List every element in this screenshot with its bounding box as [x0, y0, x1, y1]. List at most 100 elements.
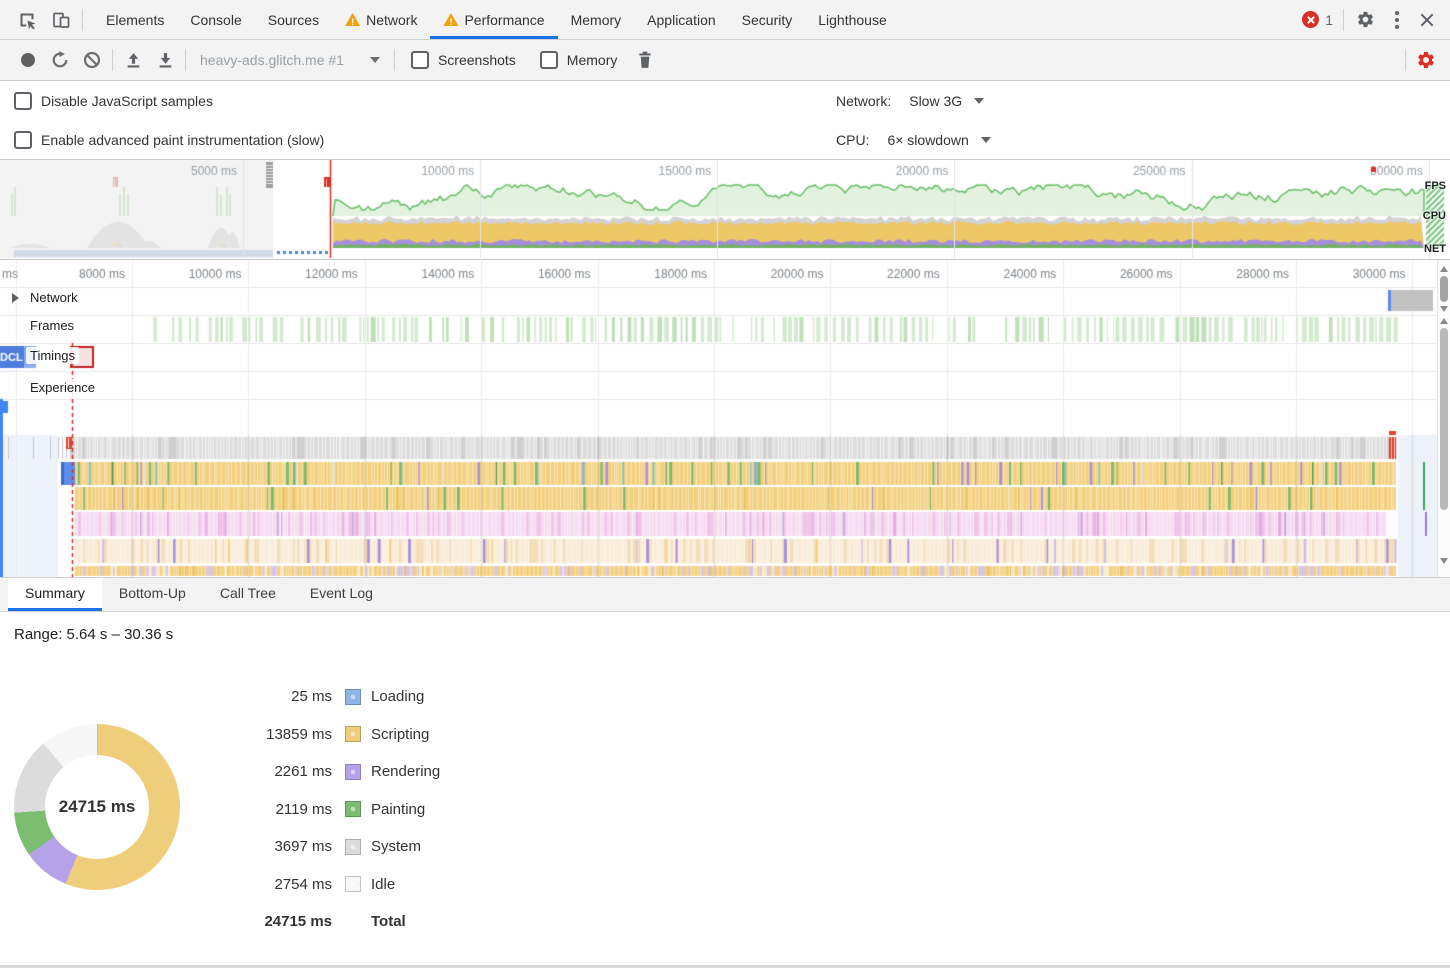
tab-bar-right: 1 [1302, 5, 1450, 35]
screenshots-label: Screenshots [438, 52, 516, 68]
tab-application[interactable]: Application [634, 0, 729, 39]
legend-swatch-icon [345, 876, 361, 892]
performance-toolbar: heavy-ads.glitch.me #1 Screenshots Memor… [0, 40, 1450, 81]
summary-legend: 25 msLoading13859 msScripting2261 msRend… [237, 678, 440, 941]
chevron-down-icon [974, 98, 984, 104]
memory-label: Memory [567, 52, 618, 68]
legend-swatch-icon [345, 726, 361, 742]
cpu-throttle-label: CPU: [836, 132, 869, 148]
network-throttle-label: Network: [836, 93, 891, 109]
legend-label: Scripting [371, 726, 429, 743]
tab-sources[interactable]: Sources [255, 0, 332, 39]
more-options-icon[interactable] [1382, 5, 1412, 35]
reload-and-record-button[interactable] [44, 45, 76, 75]
scrollbar-thumb[interactable] [1440, 276, 1448, 302]
error-count-icon[interactable] [1302, 11, 1319, 28]
tab-elements[interactable]: Elements [93, 0, 177, 39]
details-tab-summary[interactable]: Summary [8, 578, 102, 611]
screenshots-checkbox[interactable]: Screenshots [411, 51, 516, 69]
divider [394, 49, 395, 71]
details-tab-label: Bottom-Up [119, 585, 186, 601]
checkbox-box [14, 92, 32, 110]
memory-checkbox[interactable]: Memory [540, 51, 618, 69]
load-profile-icon[interactable] [117, 45, 149, 75]
capture-settings-gear-icon[interactable] [1410, 45, 1442, 75]
legend-row: 13859 msScripting [237, 716, 440, 754]
legend-row: 25 msLoading [237, 678, 440, 716]
tab-label: Lighthouse [818, 12, 887, 28]
network-throttle-value: Slow 3G [909, 93, 962, 109]
cpu-lane-label: CPU [1423, 210, 1446, 222]
vertical-scrollbar [1437, 260, 1450, 577]
tab-label: Memory [571, 12, 622, 28]
advanced-paint-checkbox[interactable]: Enable advanced paint instrumentation (s… [14, 131, 324, 149]
save-profile-icon[interactable] [149, 45, 181, 75]
details-tab-label: Event Log [310, 585, 373, 601]
overview-canvas[interactable] [0, 160, 1450, 258]
divider [112, 49, 113, 71]
track-label-frames[interactable]: Frames [26, 317, 78, 334]
timeline-tracks: Network Frames Timings Experience Main —… [0, 260, 1450, 577]
divider [1405, 49, 1406, 71]
fps-lane-label: FPS [1425, 180, 1446, 192]
close-devtools-icon[interactable] [1412, 5, 1442, 35]
scroll-down-icon[interactable] [1440, 558, 1448, 564]
clear-recording-icon[interactable] [76, 45, 108, 75]
legend-row: 2754 msIdle [237, 866, 440, 904]
scroll-up-icon[interactable] [1440, 318, 1448, 324]
details-tab-event-log[interactable]: Event Log [293, 578, 390, 611]
error-count[interactable]: 1 [1325, 12, 1333, 28]
legend-value: 25 ms [237, 688, 332, 705]
capture-options: Disable JavaScript samples Enable advanc… [0, 81, 1450, 160]
track-label-network[interactable]: Network [26, 289, 82, 306]
legend-row-total: 24715 msTotal [237, 903, 440, 941]
checkbox-box [540, 51, 558, 69]
details-tab-label: Summary [25, 585, 85, 601]
details-tab-call-tree[interactable]: Call Tree [203, 578, 293, 611]
details-tab-label: Call Tree [220, 585, 276, 601]
tab-security[interactable]: Security [729, 0, 806, 39]
track-label-timings[interactable]: Timings [26, 347, 79, 364]
scrollbar-thumb[interactable] [1440, 328, 1448, 510]
flame-chart-canvas[interactable] [0, 260, 1437, 577]
timeline-overview: FPS CPU NET [0, 160, 1450, 260]
record-button[interactable] [12, 45, 44, 75]
legend-label: Idle [371, 876, 395, 893]
panel-tabs: Elements ConsoleSources Network Performance… [93, 0, 900, 39]
network-disclosure-icon[interactable] [12, 293, 19, 303]
warning-icon [443, 13, 458, 26]
settings-gear-icon[interactable] [1348, 5, 1382, 35]
disable-js-samples-checkbox[interactable]: Disable JavaScript samples [14, 92, 213, 110]
scroll-down-icon[interactable] [1440, 306, 1448, 312]
advanced-paint-label: Enable advanced paint instrumentation (s… [41, 132, 324, 148]
tab-lighthouse[interactable]: Lighthouse [805, 0, 900, 39]
tab-label: Application [647, 12, 716, 28]
legend-swatch-icon [345, 801, 361, 817]
details-tab-bottom-up[interactable]: Bottom-Up [102, 578, 203, 611]
toolbar-left-icons [0, 5, 93, 35]
cpu-throttle-select[interactable]: 6× slowdown [887, 132, 990, 148]
network-throttle-select[interactable]: Slow 3G [909, 93, 984, 109]
tab-label: Performance [464, 12, 544, 28]
legend-swatch-icon [345, 764, 361, 780]
device-toolbar-icon[interactable] [44, 5, 78, 35]
tab-console[interactable]: Console [177, 0, 254, 39]
legend-value: 2119 ms [237, 801, 332, 818]
legend-value: 2261 ms [237, 763, 332, 780]
legend-label: System [371, 838, 421, 855]
divider [185, 49, 186, 71]
tab-label: Elements [106, 12, 164, 28]
tab-network[interactable]: Network [332, 0, 430, 39]
tab-memory[interactable]: Memory [558, 0, 635, 39]
tab-performance[interactable]: Performance [430, 0, 557, 39]
kebab-dots [1395, 18, 1399, 22]
garbage-collect-icon[interactable] [629, 45, 661, 75]
scroll-up-icon[interactable] [1440, 266, 1448, 272]
divider [1343, 9, 1344, 31]
checkbox-box [14, 131, 32, 149]
warning-icon [345, 13, 360, 26]
inspect-element-icon[interactable] [10, 5, 44, 35]
history-select[interactable]: heavy-ads.glitch.me #1 [200, 52, 380, 68]
track-label-experience[interactable]: Experience [26, 379, 99, 396]
tab-label: Network [366, 12, 417, 28]
